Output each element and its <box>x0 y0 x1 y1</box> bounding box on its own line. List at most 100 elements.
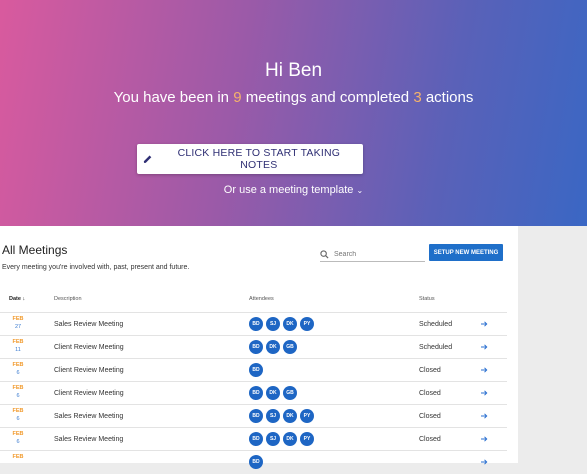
date-month: FEB <box>12 339 24 345</box>
column-date[interactable]: Date ↓ <box>9 296 25 302</box>
avatar[interactable]: DK <box>283 432 297 446</box>
avatar[interactable]: PY <box>300 432 314 446</box>
arrow-right-icon[interactable] <box>480 319 488 329</box>
table-row[interactable]: FEB 6 Sales Review Meeting BD SJ DK PY Closed <box>0 427 507 451</box>
date-month: FEB <box>12 385 24 391</box>
template-link-label: Or use a meeting template <box>223 184 354 196</box>
column-attendees: Attendees <box>249 296 274 302</box>
meeting-description: Sales Review Meeting <box>54 321 124 328</box>
meeting-date: FEB 11 <box>10 339 26 354</box>
search-box <box>320 247 425 262</box>
stats-text: actions <box>421 89 474 106</box>
status-text: Closed <box>419 436 441 443</box>
attendees-list: BD DK GB <box>249 386 297 400</box>
arrow-right-icon[interactable] <box>480 365 488 375</box>
page-subtitle: Every meeting you're involved with, past… <box>2 264 190 271</box>
stats-text: meetings and completed <box>241 89 414 106</box>
table-row[interactable]: FEB 11 Client Review Meeting BD DK GB Schedule… <box>0 335 507 359</box>
attendees-list: BD SJ DK PY <box>249 432 314 446</box>
table-row[interactable]: FEB BD <box>0 450 507 474</box>
avatar[interactable]: BD <box>249 363 263 377</box>
date-day: 27 <box>14 323 22 330</box>
avatar[interactable]: BD <box>249 340 263 354</box>
status-text: Closed <box>419 390 441 397</box>
column-date-label: Date <box>9 296 21 302</box>
meeting-date: FEB 6 <box>10 431 26 446</box>
meeting-description: Client Review Meeting <box>54 367 124 374</box>
avatar[interactable]: SJ <box>266 409 280 423</box>
table-row[interactable]: FEB 27 Sales Review Meeting BD SJ DK PY Schedul… <box>0 312 507 336</box>
setup-new-meeting-button[interactable]: SETUP NEW MEETING <box>429 244 503 261</box>
date-day: 6 <box>16 415 20 422</box>
stats-text: You have been in <box>113 89 234 106</box>
date-month: FEB <box>12 454 24 460</box>
arrow-right-icon[interactable] <box>480 457 488 467</box>
meeting-description: Client Review Meeting <box>54 390 124 397</box>
avatar[interactable]: DK <box>283 409 297 423</box>
table-row[interactable]: FEB 6 Client Review Meeting BD Closed <box>0 358 507 382</box>
date-month: FEB <box>12 431 24 437</box>
avatar[interactable]: PY <box>300 317 314 331</box>
start-notes-button[interactable]: CLICK HERE TO START TAKING NOTES <box>137 144 363 174</box>
greeting: Hi Ben <box>264 60 323 81</box>
status-text: Closed <box>419 367 441 374</box>
table-header: Date ↓ Description Attendees Status <box>0 296 507 308</box>
search-input[interactable] <box>334 250 414 258</box>
date-month: FEB <box>12 362 24 368</box>
arrow-right-icon[interactable] <box>480 434 488 444</box>
actions-count: 3 <box>413 89 422 106</box>
attendees-list: BD SJ DK PY <box>249 409 314 423</box>
avatar[interactable]: GB <box>283 386 297 400</box>
meeting-date: FEB 27 <box>10 316 26 331</box>
attendees-list: BD <box>249 363 263 377</box>
avatar[interactable]: BD <box>249 455 263 469</box>
stats-line: You have been in 9 meetings and complete… <box>0 89 587 106</box>
meeting-description: Sales Review Meeting <box>54 413 124 420</box>
arrow-right-icon[interactable] <box>480 388 488 398</box>
date-month: FEB <box>12 408 24 414</box>
table-row[interactable]: FEB 6 Sales Review Meeting BD SJ DK PY Closed <box>0 404 507 428</box>
date-day: 6 <box>16 438 20 445</box>
meeting-date: FEB 6 <box>10 408 26 423</box>
column-description: Description <box>54 296 82 302</box>
avatar[interactable]: SJ <box>266 432 280 446</box>
arrow-right-icon[interactable] <box>480 411 488 421</box>
hero-banner: Hi Ben You have been in 9 meetings and c… <box>0 0 587 226</box>
avatar[interactable]: GB <box>283 340 297 354</box>
avatar[interactable]: PY <box>300 409 314 423</box>
avatar[interactable]: DK <box>266 386 280 400</box>
meeting-date: FEB <box>10 454 26 462</box>
pencil-icon <box>143 155 152 163</box>
meeting-date: FEB 6 <box>10 385 26 400</box>
status-text: Scheduled <box>419 321 453 328</box>
meeting-description: Client Review Meeting <box>54 344 124 351</box>
attendees-list: BD <box>249 455 263 469</box>
avatar[interactable]: BD <box>249 386 263 400</box>
meeting-description: Sales Review Meeting <box>54 436 124 443</box>
attendees-list: BD SJ DK PY <box>249 317 314 331</box>
arrow-right-icon[interactable] <box>480 342 488 352</box>
avatar[interactable]: BD <box>249 317 263 331</box>
table-row[interactable]: FEB 6 Client Review Meeting BD DK GB Closed <box>0 381 507 405</box>
status-text: Scheduled <box>419 344 453 351</box>
date-day: 6 <box>16 369 20 376</box>
chevron-down-icon: ⌄ <box>356 186 364 195</box>
avatar[interactable]: BD <box>249 432 263 446</box>
meeting-date: FEB 6 <box>10 362 26 377</box>
column-status: Status <box>419 296 435 302</box>
meetings-count: 9 <box>233 89 242 106</box>
meeting-template-link[interactable]: Or use a meeting template ⌄ <box>0 184 587 196</box>
date-day: 11 <box>15 346 21 353</box>
sort-arrow-icon: ↓ <box>22 296 26 302</box>
avatar[interactable]: DK <box>283 317 297 331</box>
date-month: FEB <box>12 316 24 322</box>
avatar[interactable]: DK <box>266 340 280 354</box>
avatar[interactable]: SJ <box>266 317 280 331</box>
all-meetings-panel: All Meetings Every meeting you're involv… <box>0 226 518 469</box>
date-day: 6 <box>16 392 20 399</box>
avatar[interactable]: BD <box>249 409 263 423</box>
search-icon <box>320 249 329 259</box>
attendees-list: BD DK GB <box>249 340 297 354</box>
page-title: All Meetings <box>2 243 68 257</box>
status-text: Closed <box>419 413 441 420</box>
